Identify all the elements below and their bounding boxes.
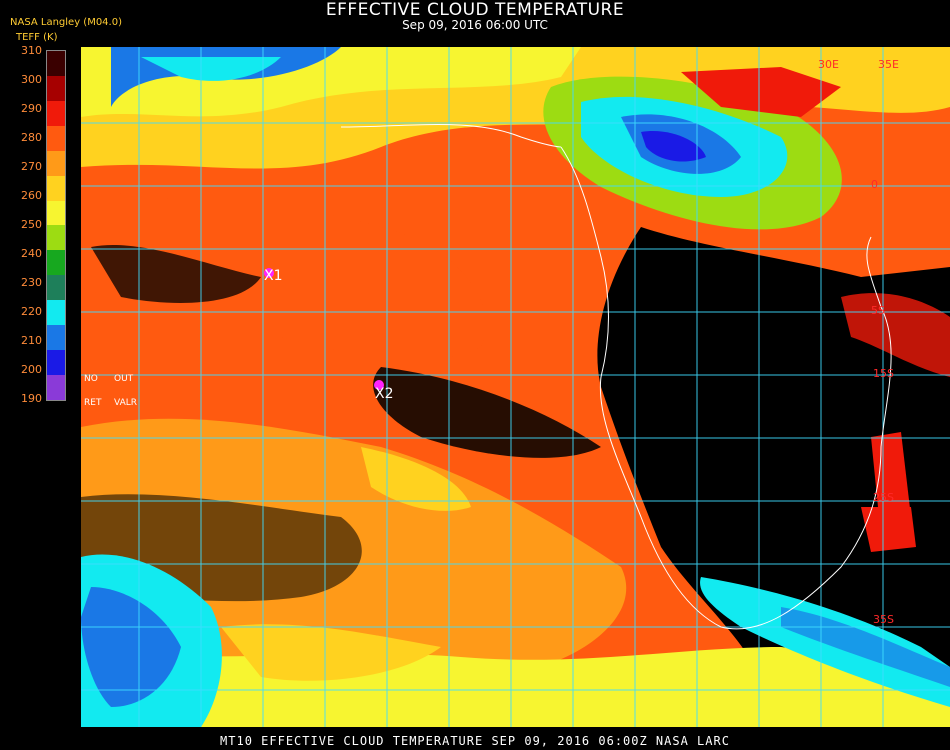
colorbar-segment (47, 75, 65, 101)
map-canvas (81, 47, 950, 727)
colorbar-segment (47, 125, 65, 151)
colorbar-segment (47, 51, 65, 76)
colorbar-segment (47, 150, 65, 176)
colorbar-tick-label: 260 (21, 189, 42, 202)
colorbar-tick-label: 240 (21, 247, 42, 260)
colorbar-tick-label: 300 (21, 73, 42, 86)
colorbar-tick-label: 290 (21, 102, 42, 115)
colorbar-tick-label: 310 (21, 44, 42, 57)
lat-label-15s: 15S (873, 367, 894, 380)
colorbar-segment (47, 200, 65, 226)
colorbar-segment (47, 225, 65, 251)
colorbar-segment (47, 100, 65, 126)
colorbar-tick-label: 280 (21, 131, 42, 144)
page-title: EFFECTIVE CLOUD TEMPERATURE (325, 0, 625, 20)
colorbar-tick-label: 220 (21, 305, 42, 318)
colorbar-segment (47, 175, 65, 201)
colorbar-tick-label: 190 (21, 392, 42, 405)
colorbar-tick-label: 250 (21, 218, 42, 231)
colorbar-segment (47, 325, 65, 351)
colorbar-tick-label: 210 (21, 334, 42, 347)
colorbar-segment (47, 275, 65, 301)
legend-no: NO (84, 374, 98, 384)
colorbar-tick-label: 200 (21, 363, 42, 376)
colorbar-segment (47, 300, 65, 326)
colorbar-tick-label: 270 (21, 160, 42, 173)
legend-ret: RET (84, 398, 102, 408)
lat-label-35s: 35S (873, 613, 894, 626)
page-subtitle: Sep 09, 2016 06:00 UTC (402, 18, 548, 32)
lon-label-30e: 30E (818, 58, 839, 71)
footer-caption: MT10 EFFECTIVE CLOUD TEMPERATURE SEP 09,… (220, 734, 730, 748)
colorbar-segment (47, 250, 65, 276)
lat-label-25s: 25S (873, 491, 894, 504)
colorbar-segment (47, 350, 65, 375)
colorbar-tick-label: 230 (21, 276, 42, 289)
colorbar (46, 50, 66, 401)
marker-x1-label: X1 (264, 268, 283, 284)
lon-label-35e: 35E (878, 58, 899, 71)
legend-out: OUT (114, 374, 134, 384)
marker-x2-label: X2 (375, 386, 394, 402)
legend-valr: VALR (114, 398, 138, 408)
colorbar-segment (47, 374, 65, 400)
lat-label-5s: 5S (871, 304, 885, 317)
cloud-temperature-map: X1 X2 0 5S 15S 25S 35S 30E 35E NO OUT RE… (81, 47, 950, 727)
lat-label-0: 0 (871, 178, 878, 191)
units-label: TEFF (K) (16, 32, 58, 43)
credit-label: NASA Langley (M04.0) (10, 17, 122, 28)
